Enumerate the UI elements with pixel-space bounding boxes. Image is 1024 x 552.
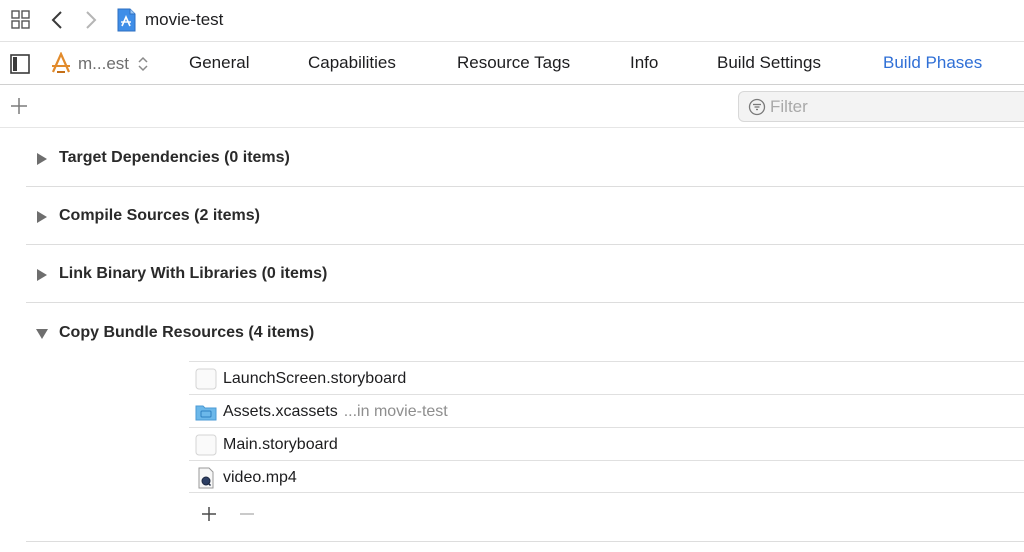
- add-resource-plus-icon[interactable]: [199, 504, 219, 524]
- build-phases-toolbar: [0, 86, 1024, 128]
- disclosure-triangle-right-icon[interactable]: [36, 268, 48, 281]
- disclosure-triangle-right-icon[interactable]: [36, 152, 48, 165]
- filter-input[interactable]: [770, 96, 1020, 118]
- project-file-icon: [117, 8, 136, 32]
- app-target-icon: [50, 51, 72, 74]
- storyboard-icon: [195, 368, 217, 390]
- resource-name: video.mp4: [223, 469, 297, 486]
- phase-title: Link Binary With Libraries (0 items): [59, 265, 328, 282]
- disclosure-triangle-down-icon[interactable]: [36, 327, 48, 339]
- list-item[interactable]: LaunchScreen.storyboard: [189, 361, 1024, 394]
- phase-target-dependencies[interactable]: Target Dependencies (0 items): [26, 129, 1024, 187]
- resource-name-text: Assets.xcassets: [223, 403, 338, 420]
- copy-bundle-resources-list: LaunchScreen.storyboard Assets.xcassets.…: [189, 361, 1024, 493]
- tab-build-phases[interactable]: Build Phases: [883, 52, 982, 74]
- list-item[interactable]: Assets.xcassets ...in movie-test: [189, 394, 1024, 427]
- filter-field[interactable]: [738, 91, 1024, 122]
- related-items-grid-icon[interactable]: [11, 10, 31, 30]
- video-file-icon: [195, 467, 217, 489]
- resource-name: Main.storyboard: [223, 436, 338, 453]
- phase-title: Target Dependencies (0 items): [59, 149, 290, 166]
- navigation-bar: movie-test: [0, 0, 1024, 40]
- breadcrumb-project-name[interactable]: movie-test: [145, 9, 223, 31]
- phase-compile-sources[interactable]: Compile Sources (2 items): [26, 187, 1024, 245]
- resource-name: Assets.xcassets ...in movie-test: [223, 402, 448, 422]
- tab-build-settings[interactable]: Build Settings: [717, 52, 821, 74]
- sidebar-toggle-icon[interactable]: [10, 54, 30, 74]
- list-item[interactable]: video.mp4: [189, 460, 1024, 493]
- phase-title: Copy Bundle Resources (4 items): [59, 324, 315, 341]
- phase-link-binary-with-libraries[interactable]: Link Binary With Libraries (0 items): [26, 245, 1024, 303]
- tab-capabilities[interactable]: Capabilities: [308, 52, 396, 74]
- filter-icon: [748, 98, 766, 116]
- storyboard-icon: [195, 434, 217, 456]
- phase-title: Compile Sources (2 items): [59, 207, 260, 224]
- list-item[interactable]: Main.storyboard: [189, 427, 1024, 460]
- tab-general[interactable]: General: [189, 52, 249, 74]
- resource-location: ...in movie-test: [343, 403, 448, 420]
- tab-info[interactable]: Info: [630, 52, 658, 74]
- chevron-right-icon[interactable]: [81, 9, 101, 31]
- remove-resource-minus-icon[interactable]: [237, 504, 257, 524]
- add-build-phase-plus-icon[interactable]: [9, 96, 29, 116]
- phase-copy-bundle-resources[interactable]: Copy Bundle Resources (4 items): [26, 304, 1024, 360]
- chevron-left-icon[interactable]: [48, 9, 68, 31]
- divider: [26, 541, 1024, 542]
- editor-tab-bar: m...est General Capabilities Resource Ta…: [0, 41, 1024, 85]
- resource-name: LaunchScreen.storyboard: [223, 370, 407, 387]
- target-selector[interactable]: m...est: [78, 53, 129, 75]
- disclosure-triangle-right-icon[interactable]: [36, 210, 48, 223]
- asset-folder-icon: [195, 401, 217, 423]
- tab-resource-tags[interactable]: Resource Tags: [457, 52, 570, 74]
- chevron-up-down-icon[interactable]: [137, 54, 149, 74]
